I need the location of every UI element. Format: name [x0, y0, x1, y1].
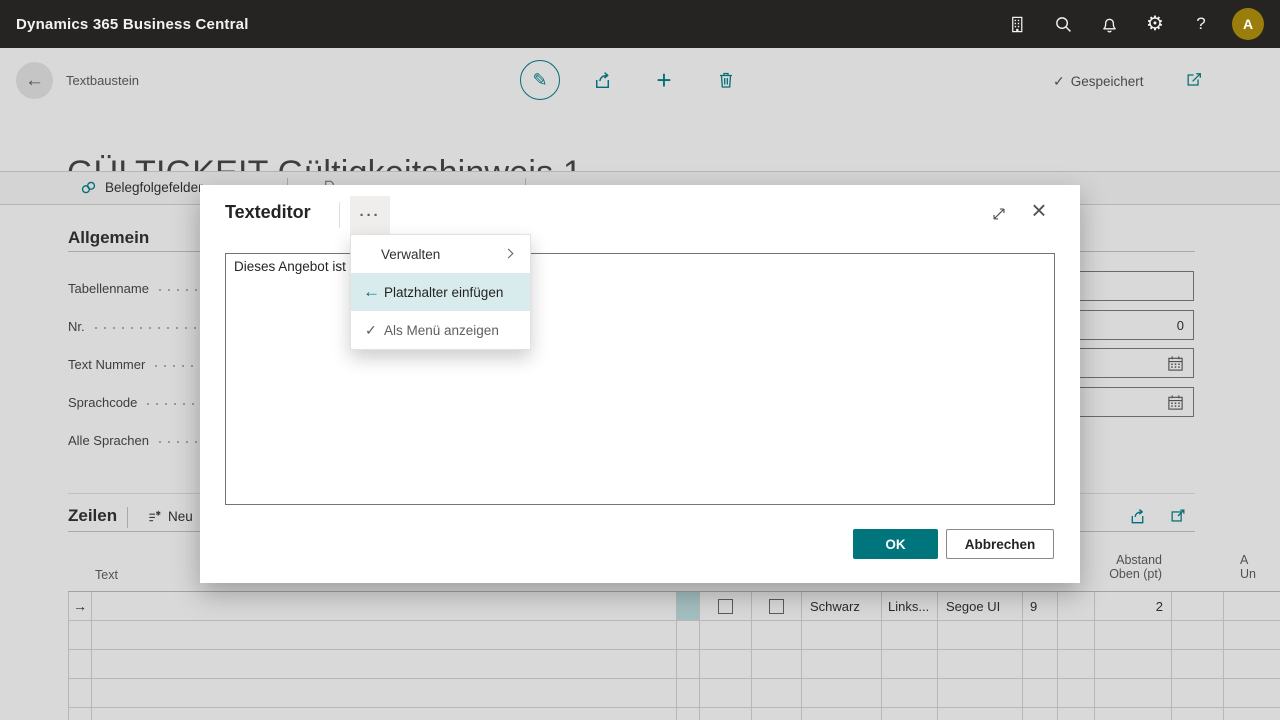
cancel-button[interactable]: Abbrechen — [946, 529, 1054, 559]
maximize-icon[interactable] — [990, 205, 1008, 223]
company-icon[interactable] — [994, 0, 1040, 48]
app-top-bar: Dynamics 365 Business Central ⚙ ? A — [0, 0, 1280, 48]
texteditor-dialog: Texteditor ··· × Dieses Angebot ist g OK… — [200, 185, 1080, 583]
search-icon[interactable] — [1040, 0, 1086, 48]
menu-item-label: Verwalten — [381, 247, 440, 262]
menu-item-label: Als Menü anzeigen — [384, 323, 499, 338]
topbar-actions: ⚙ ? A — [994, 0, 1280, 48]
toolbar-divider — [339, 202, 340, 228]
close-icon[interactable]: × — [1022, 193, 1056, 227]
menu-item-platzhalter-einfuegen[interactable]: ← Platzhalter einfügen — [351, 273, 530, 311]
more-options-menu: Verwalten ← Platzhalter einfügen ✓ Als M… — [350, 234, 531, 350]
menu-item-als-menue-anzeigen[interactable]: ✓ Als Menü anzeigen — [351, 311, 530, 349]
chevron-right-icon — [504, 249, 514, 259]
menu-item-label: Platzhalter einfügen — [384, 285, 503, 300]
app-title: Dynamics 365 Business Central — [16, 16, 249, 33]
check-icon: ✓ — [365, 322, 377, 339]
help-icon[interactable]: ? — [1178, 0, 1224, 48]
avatar[interactable]: A — [1232, 8, 1264, 40]
menu-item-verwalten[interactable]: Verwalten — [351, 235, 530, 273]
arrow-left-icon: ← — [363, 282, 380, 302]
settings-icon[interactable]: ⚙ — [1132, 0, 1178, 48]
dialog-title: Texteditor — [225, 202, 311, 223]
more-options-button[interactable]: ··· — [350, 196, 390, 235]
notifications-icon[interactable] — [1086, 0, 1132, 48]
ok-button[interactable]: OK — [853, 529, 938, 559]
